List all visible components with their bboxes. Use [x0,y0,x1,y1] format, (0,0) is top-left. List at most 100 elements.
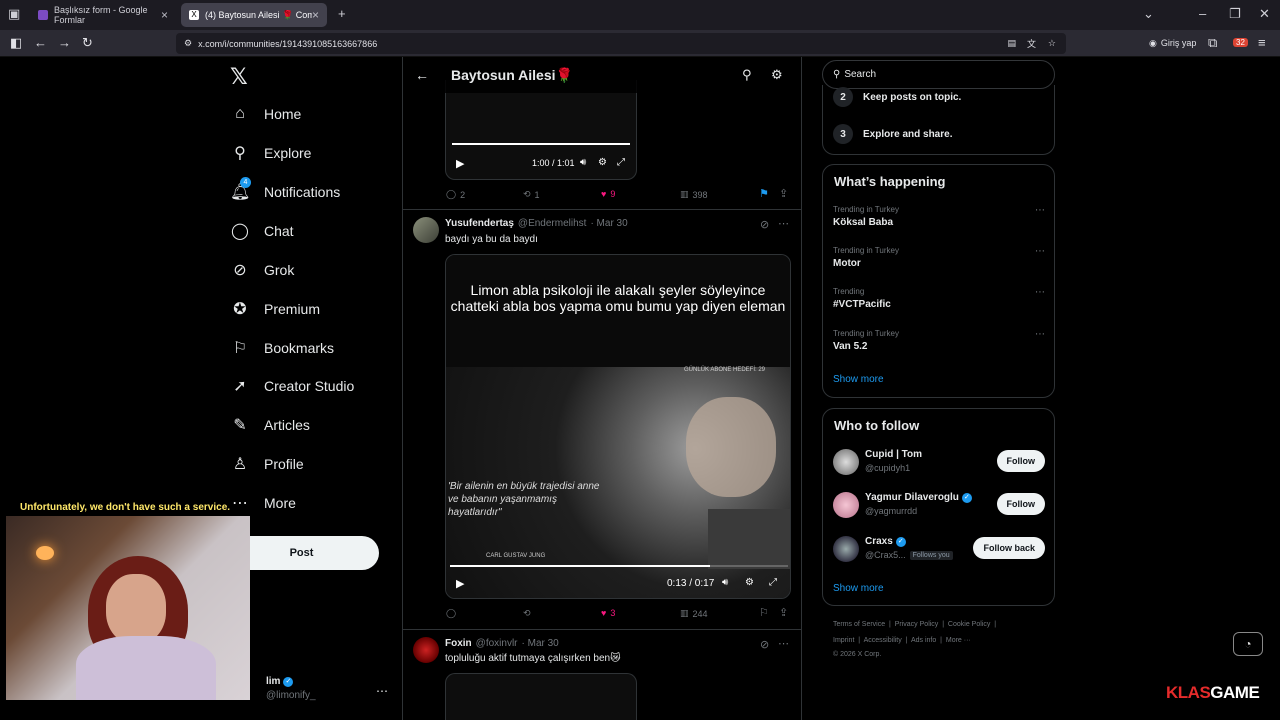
reload-icon[interactable]: ↻ [82,35,93,51]
x-logo[interactable]: 𝕏 [230,64,248,90]
nav-chat[interactable]: ◯ Chat [230,216,294,246]
reply-button[interactable]: ◯ [446,608,460,619]
site-info-icon[interactable]: ⚙ [184,38,192,49]
login-button[interactable]: ◉ Giriş yap [1143,34,1202,52]
chevron-down-icon[interactable]: ⌄ [1143,6,1154,22]
close-tab-icon[interactable]: × [312,8,319,22]
grok-icon[interactable]: ⊘ [760,218,769,231]
follow-suggestion[interactable]: Craxs ✓ @Crax5... Follows you Follow back [833,534,1045,564]
footer-link[interactable]: More ··· [946,637,971,644]
more-options-icon[interactable]: ⋯ [1035,329,1045,340]
trend-item[interactable]: Trending in Turkey Van 5.2 ⋯ [833,329,1045,352]
back-arrow-icon[interactable]: ← [415,67,429,83]
trend-item[interactable]: Trending #VCTPacific ⋯ [833,287,1045,310]
back-icon[interactable]: ← [34,35,47,50]
menu-icon[interactable]: ≡ [1258,35,1266,50]
more-options-icon[interactable]: ⋯ [778,217,789,230]
follow-back-button[interactable]: Follow back [973,537,1045,559]
address-bar[interactable]: ⚙ x.com/i/communities/191439108516366786… [176,33,1066,54]
trend-item[interactable]: Trending in Turkey Motor ⋯ [833,246,1045,269]
nav-more[interactable]: ⋯ More [230,488,296,518]
show-more-link[interactable]: Show more [833,374,884,385]
avatar[interactable] [833,492,859,518]
video-seek-bar[interactable] [452,143,630,145]
avatar[interactable] [833,536,859,562]
trend-item[interactable]: Trending in Turkey Köksal Baba ⋯ [833,205,1045,228]
more-options-icon[interactable]: ⋯ [1035,287,1045,298]
settings-icon[interactable]: ⚙ [598,157,607,168]
follow-suggestion[interactable]: Yagmur Dilaveroglu ✓ @yagmurrdd Follow [833,490,1045,520]
nav-premium[interactable]: ✪ Premium [230,294,320,324]
like-button[interactable]: ♥ 3 [601,608,615,618]
nav-home[interactable]: ⌂ Home [230,99,301,129]
search-icon[interactable]: ⚲ [742,67,752,83]
footer-link[interactable]: Cookie Policy [948,621,990,628]
avatar[interactable] [833,449,859,475]
footer-link[interactable]: Accessibility [864,637,902,644]
author-handle[interactable]: @foxinvlr [476,638,518,649]
follow-button[interactable]: Follow [996,493,1045,515]
volume-icon[interactable]: 🔊︎ [580,157,586,168]
views-button[interactable]: ▥ 398 [680,189,708,200]
play-icon[interactable]: ▶ [456,577,464,590]
tab-community[interactable]: X (4) Baytosun Ailesi 🌹 Commun × [181,3,327,27]
author-name[interactable]: Foxin [445,638,472,649]
maximize-icon[interactable]: ❐ [1229,6,1241,22]
repost-button[interactable]: ⟲ 1 [523,189,540,200]
reply-button[interactable]: ◯ 2 [446,189,465,200]
share-icon[interactable]: ⇪ [779,187,788,200]
tweet-date[interactable]: · Mar 30 [522,638,559,649]
fullscreen-icon[interactable]: ⤢ [769,577,777,588]
play-icon[interactable]: ▶ [456,157,464,170]
close-tab-icon[interactable]: × [161,8,168,22]
account-switcher[interactable]: lim ✓ @limonify_ [266,676,316,701]
gear-icon[interactable]: ⚙ [771,67,783,83]
more-options-icon[interactable]: ⋯ [778,637,789,650]
extensions-icon[interactable]: ⧉ [1208,35,1217,51]
share-icon[interactable]: ⇪ [779,606,788,619]
grok-icon[interactable]: ⊘ [760,638,769,651]
new-tab-icon[interactable]: + [338,6,346,21]
avatar[interactable] [413,217,439,243]
sidebar-icon[interactable]: ◧ [10,35,22,51]
tab-google-forms[interactable]: Başlıksız form - Google Formlar × [30,3,176,27]
nav-bookmarks[interactable]: ⚐ Bookmarks [230,333,334,363]
repost-button[interactable]: ⟲ [523,608,535,619]
footer-link[interactable]: Terms of Service [833,621,885,628]
follow-suggestion[interactable]: Cupid | Tom @cupidyh1 Follow [833,447,1045,477]
tweet-video[interactable]: ▶ 1:00 / 1:01 🔊︎ ⚙ ⤢ [445,80,637,180]
nav-profile[interactable]: ♙ Profile [230,449,304,479]
footer-link[interactable]: Imprint [833,637,854,644]
author-handle[interactable]: @Endermelihst [518,218,587,229]
fullscreen-icon[interactable]: ⤢ [617,157,625,168]
volume-icon[interactable]: 🔊︎ [722,577,728,588]
tab-list-icon[interactable]: ▣ [8,6,20,22]
tweet-date[interactable]: · Mar 30 [590,218,627,229]
nav-notifications[interactable]: 🔔︎ 4 Notifications [230,177,340,207]
bookmark-icon[interactable]: ⚐ [759,606,769,619]
forward-icon[interactable]: → [58,35,71,50]
avatar[interactable] [413,637,439,663]
author-name[interactable]: Yusufendertaş [445,218,514,229]
bookmark-icon[interactable]: ⚑ [759,187,769,200]
minimize-icon[interactable]: – [1199,6,1206,21]
footer-link[interactable]: Privacy Policy [895,621,939,628]
settings-icon[interactable]: ⚙ [745,577,754,588]
show-more-link[interactable]: Show more [833,583,884,594]
more-options-icon[interactable]: ⋯ [1035,246,1045,257]
nav-grok[interactable]: ⊘ Grok [230,255,294,285]
tweet-media[interactable] [445,673,637,720]
reader-view-icon[interactable]: ▤ [1007,38,1016,49]
nav-creator-studio[interactable]: ➚ Creator Studio [230,371,354,401]
follow-button[interactable]: Follow [996,450,1045,472]
views-button[interactable]: ▥ 244 [680,608,708,619]
bookmark-star-icon[interactable]: ☆ [1048,38,1056,49]
nav-articles[interactable]: ✎ Articles [230,410,310,440]
more-options-icon[interactable]: ⋯ [1035,205,1045,216]
extension-badge[interactable]: 32 [1233,38,1248,47]
footer-link[interactable]: Ads info [911,637,936,644]
nav-explore[interactable]: ⚲ Explore [230,138,311,168]
like-button[interactable]: ♥ 9 [601,189,615,199]
account-more-icon[interactable]: ⋯ [376,684,388,698]
video-seek-bar[interactable] [450,565,710,567]
